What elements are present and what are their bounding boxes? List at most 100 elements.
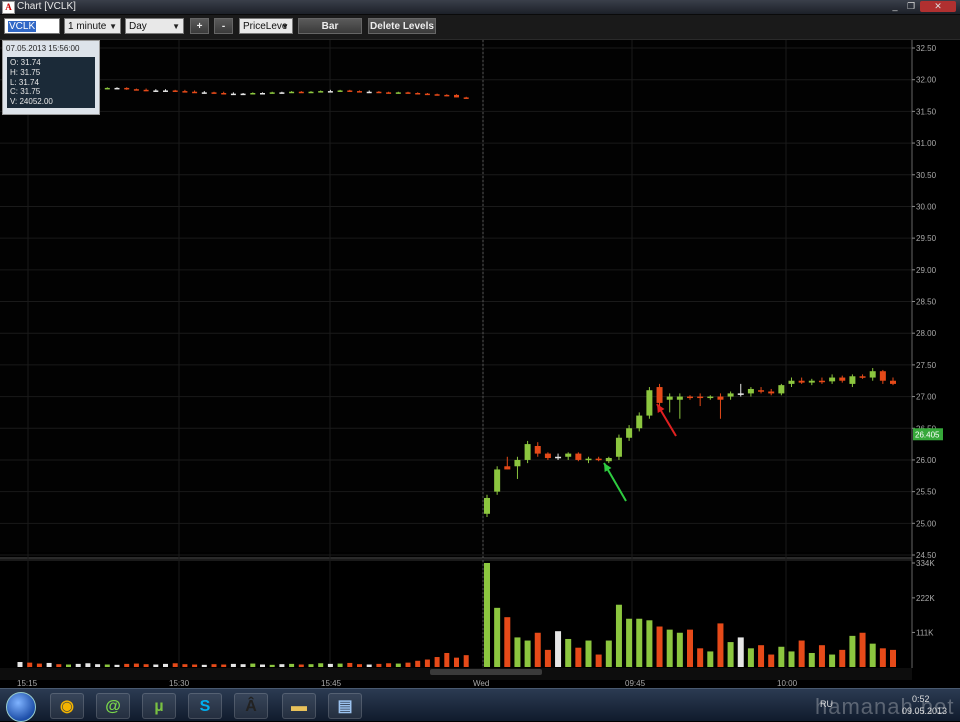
volume-bar [839,649,846,667]
volume-bar [555,631,562,667]
candle-body [163,90,168,92]
price-tick-label: 28.00 [916,329,937,338]
candle-body [133,89,139,91]
volume-bar [250,663,256,667]
volume-bar [240,664,246,667]
symbol-input[interactable]: VCLK [4,18,60,34]
candle-body [395,92,401,94]
volume-bar [829,654,836,667]
volume-bar [890,649,896,667]
candle-body [747,388,754,394]
volume-bar [85,663,91,667]
volume-bars [17,563,896,667]
period-select[interactable]: Day ▼ [125,18,184,34]
volume-bar [318,663,324,667]
candle-body [565,453,572,457]
volume-bar [494,607,501,667]
price-chart[interactable]: 32.50 32.00 31.50 31.00 30.50 30.00 29.50 29.00… [0,40,960,688]
volume-bar [347,662,353,667]
candle-body [318,91,324,93]
candle-body [717,396,724,400]
candle-body [798,380,805,383]
candle-body [697,396,704,399]
candle-body [615,437,622,457]
candle-body [172,90,178,92]
candle-body [595,458,602,461]
volume-bar [95,664,101,667]
volume-bar [646,620,653,667]
volume-bar [544,649,551,667]
study-select[interactable]: PriceLeve ▼ [239,18,293,34]
volume-bar [575,647,582,667]
candle-body [279,92,285,94]
volume-bar [463,655,469,667]
window-titlebar: A Chart [VCLK] _ ❐ ✕ [0,0,960,15]
book-icon[interactable]: ▤ [328,693,362,719]
candle-body [386,92,392,94]
volume-bar [357,664,362,667]
volume-bar [415,660,421,667]
skype-icon[interactable]: S [188,693,222,719]
chevron-down-icon: ▼ [281,22,289,31]
candle-body [585,458,592,461]
volume-bar [27,662,33,667]
candle-body [636,415,643,429]
volume-bar [211,664,217,667]
app-icon: A [2,1,15,14]
interval-select[interactable]: 1 minute ▼ [64,18,121,34]
volume-bar [75,663,81,667]
volume-bar [260,664,265,667]
symbol-value: VCLK [8,21,37,32]
volume-bar [534,632,541,667]
utorrent-icon[interactable]: µ [142,693,176,719]
interval-value: 1 minute [68,21,107,32]
price-tick-label: 27.50 [916,361,937,370]
candle-body [646,390,653,416]
volume-bar [514,637,521,667]
minimize-button[interactable]: _ [888,1,902,12]
chrome-icon[interactable]: ◉ [50,693,84,719]
delete-levels-button[interactable]: Delete Levels [368,18,436,34]
candle-body [514,459,521,467]
volume-bar [687,629,693,667]
volume-bar [798,640,805,667]
candle-body [534,445,541,454]
restore-button[interactable]: ❐ [904,1,918,12]
chevron-down-icon: ▼ [109,22,117,31]
candle-body [656,387,663,403]
price-panel [0,40,912,552]
volume-bar [405,662,411,667]
candle-body [260,92,265,95]
window-title: Chart [VCLK] [17,1,76,12]
candle-body [544,453,551,459]
volume-bar [66,664,71,667]
volume-bar [337,663,343,667]
app-a-icon[interactable]: Â [234,693,268,719]
price-tick-label: 30.00 [916,202,937,211]
candle-body [289,91,295,94]
candle-body [768,391,775,394]
close-button[interactable]: ✕ [920,1,956,12]
candle-body [357,91,362,93]
volume-bar [656,626,663,667]
volume-bar [454,657,459,667]
volume-bar [565,638,572,667]
time-tick-label: 15:15 [17,679,38,688]
time-tick-label: 09:45 [625,679,646,688]
zoom-in-button[interactable]: + [190,18,209,34]
chevron-down-icon: ▼ [172,22,180,31]
folder-icon[interactable]: ▬ [282,693,316,719]
volume-bar [636,618,643,667]
candle-body [250,92,256,95]
chart-grid [0,40,912,668]
start-button[interactable] [6,692,36,722]
volume-bar [46,662,52,667]
zoom-out-button[interactable]: - [214,18,233,34]
mail-agent-icon[interactable]: @ [96,693,130,719]
volume-bar [879,648,886,667]
candle-body [504,466,511,470]
bar-button[interactable]: Bar [298,18,362,34]
candle-body [454,94,459,98]
price-tick-label: 31.00 [916,139,937,148]
price-tick-label: 32.00 [916,76,937,85]
